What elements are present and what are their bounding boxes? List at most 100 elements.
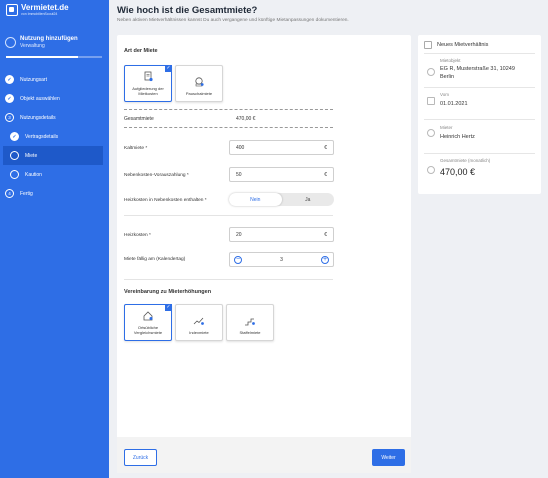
toggle-option-nein[interactable]: Nein bbox=[229, 193, 282, 206]
heizkosten-value: 20 bbox=[236, 231, 242, 238]
kaltmiete-value: 400 bbox=[236, 144, 245, 151]
step-objekt-auswaehlen[interactable]: ✓ Objekt auswählen bbox=[0, 89, 109, 108]
circle-icon bbox=[10, 170, 19, 179]
step-number-icon: 4 bbox=[5, 189, 14, 198]
brand-name: Vermietet.de bbox=[21, 3, 69, 12]
index-chart-icon bbox=[193, 317, 204, 325]
divider bbox=[124, 279, 333, 280]
step-label: Vertragsdetails bbox=[25, 133, 59, 140]
tenant-label: Mieter bbox=[440, 125, 453, 130]
object-line2: Berlin bbox=[440, 74, 455, 80]
back-button[interactable]: Zurück bbox=[124, 449, 157, 466]
heizkosten-toggle: Nein Ja bbox=[229, 193, 334, 206]
brand-logo[interactable]: Vermietet.de von ImmobilienScout24 bbox=[6, 4, 69, 16]
step-label: Nutzungsdetails bbox=[20, 114, 56, 121]
summary-card: Neues Mietverhältnis Mietobjekt EG R, Mu… bbox=[418, 35, 541, 194]
person-icon bbox=[427, 129, 435, 137]
building-icon bbox=[424, 41, 432, 49]
coins-icon bbox=[195, 77, 204, 87]
increase-option-ortsueblich[interactable]: ✓ Ortsübliche Vergleichsmiete bbox=[124, 304, 172, 341]
sidebar: Vermietet.de von ImmobilienScout24 Nutzu… bbox=[0, 0, 109, 478]
from-label: Vom bbox=[440, 92, 450, 97]
step-label: Objekt auswählen bbox=[20, 95, 60, 102]
summary-from: Vom 01.01.2021 bbox=[424, 87, 535, 119]
step-nutzungsart[interactable]: ✓ Nutzungsart bbox=[0, 70, 109, 89]
flow-title: Nutzung hinzufügen bbox=[20, 36, 78, 42]
next-button[interactable]: Weiter bbox=[372, 449, 405, 466]
step-miete[interactable]: Miete bbox=[3, 146, 103, 165]
step-vertragsdetails[interactable]: ✓ Vertragsdetails bbox=[0, 127, 109, 146]
step-fertig[interactable]: 4 Fertig bbox=[0, 184, 109, 203]
heizkosten-label: Heizkosten * bbox=[124, 233, 151, 238]
check-icon: ✓ bbox=[10, 132, 19, 141]
step-label: Fertig bbox=[20, 190, 33, 197]
stairs-icon bbox=[245, 318, 255, 326]
heizkosten-toggle-label: Heizkosten in Nebenkosten enthalten * bbox=[124, 198, 207, 203]
step-number-icon: 3 bbox=[5, 113, 14, 122]
step-kaution[interactable]: Kaution bbox=[0, 165, 109, 184]
flow-progress-fill bbox=[6, 56, 78, 58]
nebenkosten-value: 50 bbox=[236, 171, 242, 178]
nebenkosten-input[interactable]: 50 € bbox=[229, 167, 334, 182]
option-label: Ortsübliche Vergleichsmiete bbox=[133, 325, 163, 335]
total-value: 470,00 € bbox=[236, 116, 256, 122]
flow-subtitle: Verwaltung bbox=[20, 43, 45, 49]
step-label: Nutzungsart bbox=[20, 76, 47, 83]
object-line1: EG R, Musterstraße 31, 10249 bbox=[440, 66, 515, 72]
summary-header: Neues Mietverhältnis bbox=[424, 41, 488, 49]
page-title: Wie hoch ist die Gesamtmiete? bbox=[117, 5, 258, 16]
euro-icon: € bbox=[324, 144, 327, 151]
tenant-value: Heinrich Hertz bbox=[440, 134, 475, 140]
minus-icon[interactable]: − bbox=[234, 255, 242, 264]
circle-icon bbox=[10, 151, 19, 160]
flow-icon bbox=[5, 37, 16, 48]
divider bbox=[124, 109, 333, 110]
flow-progress-bar bbox=[6, 56, 102, 58]
plus-icon[interactable]: + bbox=[321, 255, 329, 264]
check-icon: ✓ bbox=[165, 65, 172, 72]
summary-title: Neues Mietverhältnis bbox=[437, 42, 489, 48]
toggle-option-ja[interactable]: Ja bbox=[282, 193, 335, 206]
section-title-increase: Vereinbarung zu Mieterhöhungen bbox=[124, 289, 212, 295]
step-nutzungsdetails[interactable]: 3 Nutzungsdetails bbox=[0, 108, 109, 127]
rent-type-option-aufgliederung[interactable]: ✓ Aufgliederung der Mietkosten bbox=[124, 65, 172, 102]
page-subtitle: Neben aktiven Mietverhältnissen kannst D… bbox=[117, 18, 349, 23]
faellig-stepper: − 3 + bbox=[229, 252, 334, 267]
document-icon bbox=[144, 71, 153, 82]
step-list: ✓ Nutzungsart ✓ Objekt auswählen 3 Nutzungs… bbox=[0, 70, 109, 203]
flow-header: Nutzung hinzufügen Verwaltung bbox=[5, 36, 78, 50]
step-label: Miete bbox=[25, 152, 38, 159]
option-label: Staffelmiete bbox=[239, 330, 261, 335]
rent-value: 470,00 € bbox=[440, 167, 476, 177]
step-label: Kaution bbox=[25, 171, 42, 178]
brand-sub: von ImmobilienScout24 bbox=[21, 12, 58, 16]
total-label: Gesamtmiete bbox=[124, 116, 154, 122]
increase-option-indexmiete[interactable]: Indexmiete bbox=[175, 304, 223, 341]
heizkosten-input[interactable]: 20 € bbox=[229, 227, 334, 242]
divider bbox=[124, 127, 333, 128]
divider bbox=[124, 215, 333, 216]
euro-icon: € bbox=[324, 171, 327, 178]
object-label: Mietobjekt bbox=[440, 58, 461, 63]
summary-tenant: Mieter Heinrich Hertz bbox=[424, 119, 535, 151]
check-icon: ✓ bbox=[5, 94, 14, 103]
option-label: Indexmiete bbox=[189, 330, 209, 335]
rent-label: Gesamtmiete (monatlich) bbox=[440, 158, 491, 163]
summary-object: Mietobjekt EG R, Musterstraße 31, 10249 … bbox=[424, 53, 535, 89]
calendar-icon bbox=[427, 97, 435, 105]
rent-type-option-pauschalmiete[interactable]: Pauschalmiete bbox=[175, 65, 223, 102]
from-value: 01.01.2021 bbox=[440, 101, 468, 107]
nebenkosten-label: Nebenkosten-Vorauszahlung * bbox=[124, 173, 189, 178]
option-label: Pauschalmiete bbox=[185, 91, 213, 96]
location-pin-icon bbox=[427, 68, 435, 76]
euro-coin-icon bbox=[427, 166, 435, 174]
faellig-value[interactable]: 3 bbox=[280, 257, 283, 263]
kaltmiete-label: Kaltmiete * bbox=[124, 146, 148, 151]
kaltmiete-input[interactable]: 400 € bbox=[229, 140, 334, 155]
euro-icon: € bbox=[324, 231, 327, 238]
option-label: Aufgliederung der Mietkosten bbox=[132, 86, 164, 96]
rent-form-card: Art der Miete ✓ Aufgliederung der Mietko… bbox=[117, 35, 411, 473]
increase-option-staffelmiete[interactable]: Staffelmiete bbox=[226, 304, 274, 341]
faellig-label: Miete fällig am (Kalendertag) bbox=[124, 257, 186, 262]
form-footer: Zurück Weiter bbox=[117, 437, 411, 473]
